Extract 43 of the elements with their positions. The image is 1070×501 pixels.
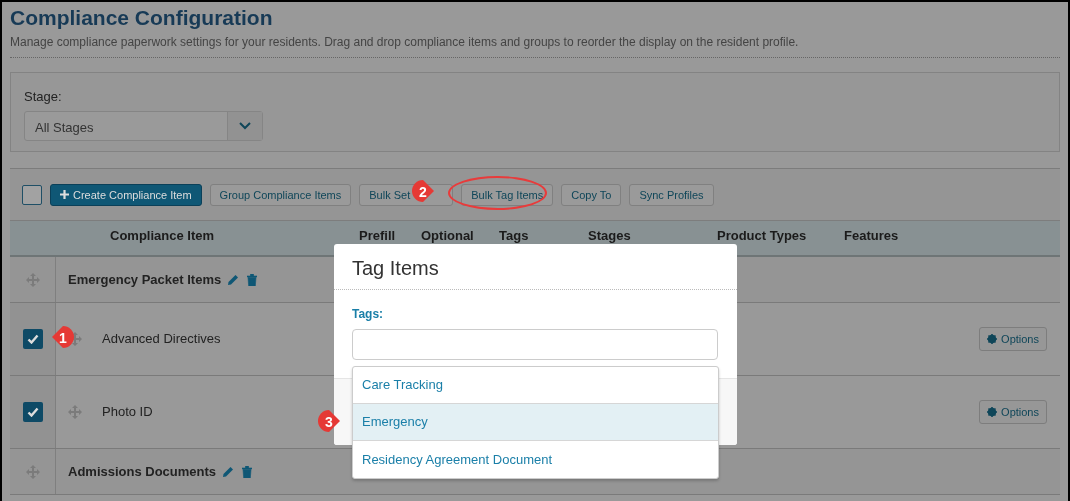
item-name: Photo ID	[102, 403, 153, 422]
trash-icon	[242, 465, 253, 478]
tags-input[interactable]	[352, 329, 718, 360]
row-checkbox[interactable]	[22, 402, 43, 422]
field-label: Tags:	[351, 306, 385, 323]
plus-icon	[60, 190, 69, 199]
gear-icon	[987, 334, 998, 344]
options-button[interactable]: Options	[979, 326, 1047, 352]
toolbar-button[interactable]: Copy To	[561, 183, 622, 206]
stage-select[interactable]: All Stages	[24, 110, 263, 141]
gear-icon	[987, 407, 998, 417]
pencil-icon	[222, 465, 235, 478]
page-title: Compliance Configuration	[10, 5, 274, 31]
toolbar-button[interactable]: Bulk Tag Items	[461, 183, 554, 206]
column-header: Tags	[499, 227, 530, 245]
column-header: Features	[844, 227, 900, 245]
item-name: Advanced Directives	[102, 330, 221, 349]
column-header: Optional	[421, 227, 475, 245]
chevron-down-icon	[239, 121, 251, 130]
options-button[interactable]: Options	[979, 399, 1047, 425]
pencil-icon	[227, 273, 240, 286]
drag-handle-icon	[25, 464, 40, 479]
column-header: Compliance Item	[110, 227, 216, 245]
field-label: Stage:	[24, 88, 63, 106]
checkmark-icon	[26, 407, 39, 417]
toolbar-button[interactable]: Group Compliance Items	[209, 183, 352, 206]
page-description: Manage compliance paperwork settings for your residents. Drag and drop compliance items and groups to reorder the display on the resident profile.	[10, 34, 800, 51]
column-header: Product Types	[717, 227, 808, 245]
dropdown-option[interactable]: Residency Agreement Document	[353, 441, 718, 478]
trash-icon	[247, 273, 258, 286]
create-button[interactable]: Create Compliance Item	[50, 183, 202, 206]
row-checkbox[interactable]	[22, 329, 43, 349]
column-header: Stages	[588, 227, 632, 245]
toolbar-button[interactable]: Sync Profiles	[629, 183, 714, 206]
modal-title: Tag Items	[334, 244, 737, 290]
column-header: Prefill	[359, 227, 397, 245]
checkmark-icon	[26, 334, 39, 344]
group-name: Emergency Packet Items	[68, 270, 222, 289]
drag-handle-icon	[25, 272, 40, 287]
drag-handle-icon	[68, 405, 82, 419]
group-name: Admissions Documents	[68, 462, 217, 481]
dropdown-option[interactable]: Emergency	[353, 404, 718, 441]
select-all-checkbox[interactable]	[22, 184, 42, 205]
